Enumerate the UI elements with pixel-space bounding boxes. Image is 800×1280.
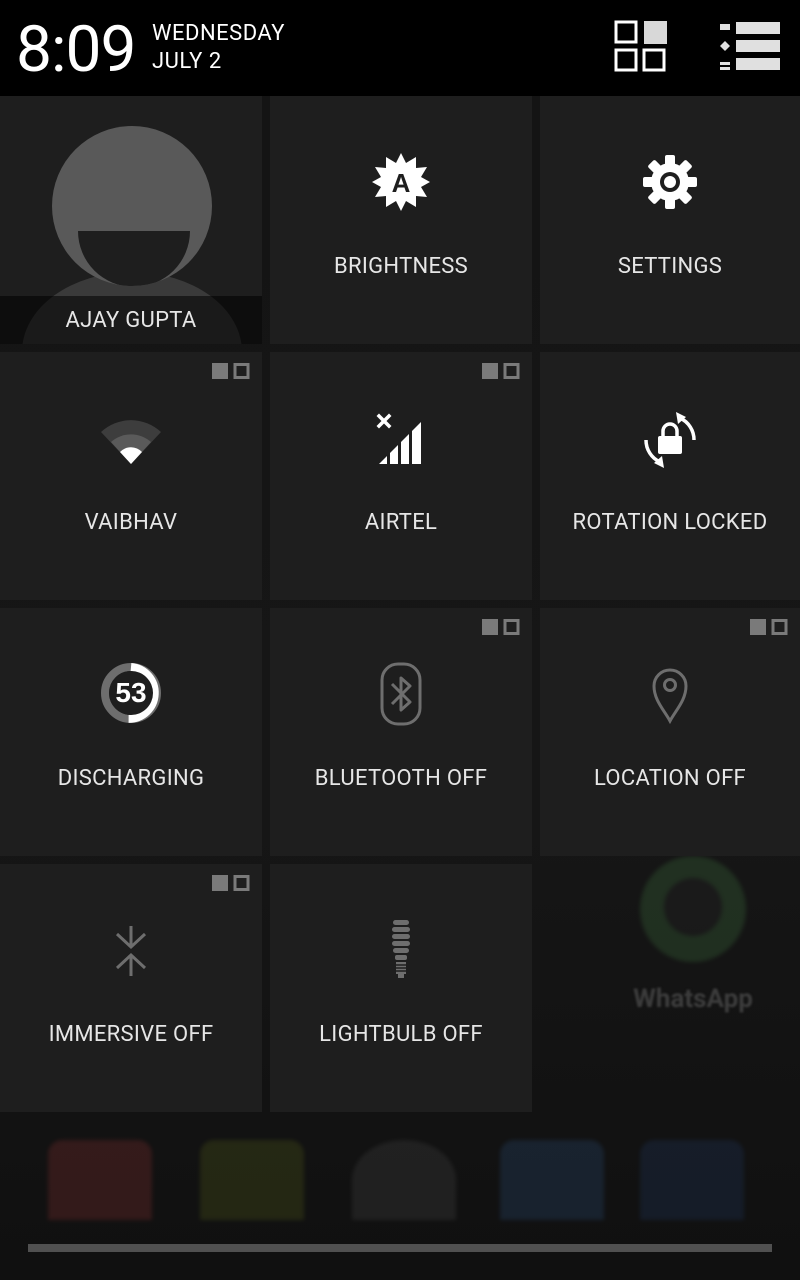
- whatsapp-app-icon: [640, 856, 746, 962]
- battery-tile[interactable]: 53 DISCHARGING: [0, 608, 262, 856]
- rotation-tile[interactable]: ROTATION LOCKED: [540, 352, 800, 600]
- lightbulb-tile[interactable]: LIGHTBULB OFF: [270, 864, 532, 1112]
- clock[interactable]: 8:09: [16, 12, 136, 88]
- location-pin-icon: [652, 668, 688, 724]
- date-text: JULY 2: [152, 49, 222, 74]
- settings-tile[interactable]: SETTINGS: [540, 96, 800, 344]
- brightness-tile[interactable]: A BRIGHTNESS: [270, 96, 532, 344]
- rotation-lock-icon: [644, 412, 696, 468]
- notification-list-icon: [720, 22, 780, 70]
- panel-drag-handle[interactable]: [28, 1244, 772, 1252]
- bluetooth-icon: [380, 662, 422, 726]
- grid-icon: [614, 20, 667, 72]
- gear-icon: [643, 155, 697, 209]
- svg-text:A: A: [392, 168, 411, 198]
- tile-flip-icon: [482, 363, 520, 379]
- messaging-dock-icon: [500, 1140, 604, 1220]
- location-tile[interactable]: LOCATION OFF: [540, 608, 800, 856]
- wifi-icon: [101, 420, 161, 464]
- mobile-data-label: AIRTEL: [364, 510, 438, 535]
- user-name: AJAY GUPTA: [65, 308, 197, 333]
- rotation-label: ROTATION LOCKED: [572, 510, 768, 535]
- app-drawer-dock-icon: [352, 1140, 456, 1220]
- signal-icon: [376, 413, 421, 464]
- immersive-tile[interactable]: IMMERSIVE OFF: [0, 864, 262, 1112]
- settings-label: SETTINGS: [617, 254, 723, 279]
- chrome-dock-icon: [48, 1140, 152, 1220]
- quick-settings-screen: WhatsApp 8:09 WEDNESDAY JULY 2 AJAY GUPT…: [0, 0, 800, 1280]
- wifi-label: VAIBHAV: [84, 510, 178, 535]
- lightbulb-icon: [392, 920, 410, 978]
- brightness-label: BRIGHTNESS: [333, 254, 469, 279]
- avatar: [52, 126, 212, 286]
- notifications-list-button[interactable]: [718, 18, 784, 78]
- date[interactable]: WEDNESDAY JULY 2: [152, 20, 285, 76]
- battery-ring-icon: 53: [100, 662, 162, 724]
- mobile-data-tile[interactable]: AIRTEL: [270, 352, 532, 600]
- tile-flip-icon: [212, 363, 250, 379]
- status-header: 8:09 WEDNESDAY JULY 2: [0, 0, 800, 96]
- wifi-tile[interactable]: VAIBHAV: [0, 352, 262, 600]
- tile-flip-icon: [750, 619, 788, 635]
- immersive-label: IMMERSIVE OFF: [48, 1022, 214, 1047]
- brightness-auto-icon: A: [372, 153, 430, 211]
- tile-flip-icon: [212, 875, 250, 891]
- bluetooth-label: BLUETOOTH OFF: [314, 766, 488, 791]
- quick-settings-grid-button[interactable]: [612, 18, 674, 78]
- phone-dock-icon: [640, 1140, 744, 1220]
- lightbulb-label: LIGHTBULB OFF: [319, 1022, 483, 1047]
- tile-flip-icon: [482, 619, 520, 635]
- location-label: LOCATION OFF: [593, 766, 747, 791]
- battery-label: DISCHARGING: [57, 766, 205, 791]
- battery-level: 53: [115, 677, 147, 708]
- whatsapp-app-label: WhatsApp: [633, 984, 753, 1014]
- play-store-dock-icon: [200, 1140, 304, 1220]
- immersive-icon: [115, 926, 147, 976]
- bluetooth-tile[interactable]: BLUETOOTH OFF: [270, 608, 532, 856]
- user-tile[interactable]: AJAY GUPTA: [0, 96, 262, 344]
- weekday: WEDNESDAY: [152, 21, 285, 46]
